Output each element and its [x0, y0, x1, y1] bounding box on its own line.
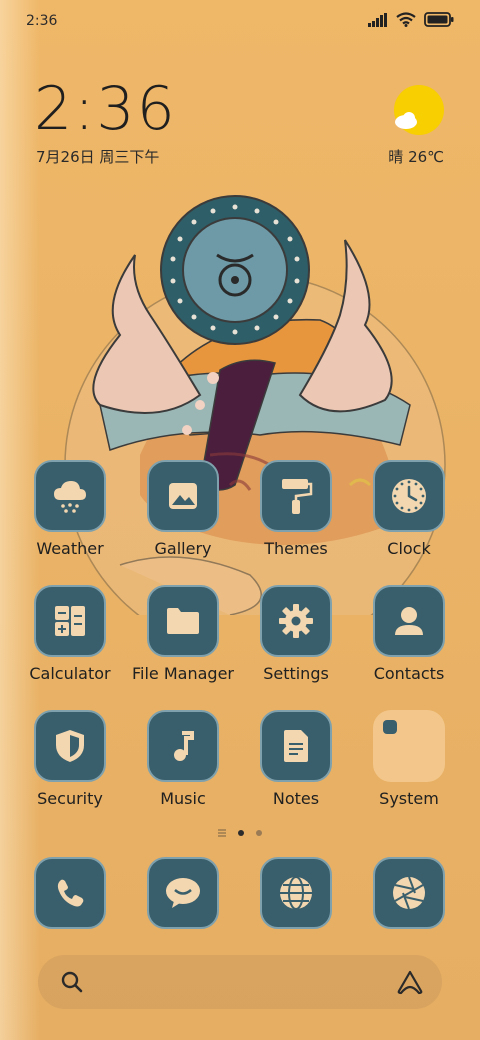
app-label: Contacts	[373, 664, 445, 683]
app-gallery[interactable]: Gallery	[128, 460, 238, 558]
app-security[interactable]: Security	[15, 710, 125, 808]
app-label: File Manager	[132, 664, 234, 683]
app-label: Music	[160, 789, 206, 808]
clock-icon[interactable]	[373, 460, 445, 532]
wifi-icon	[396, 12, 416, 27]
status-bar: 2:36	[0, 0, 480, 44]
gear-icon[interactable]	[260, 585, 332, 657]
search-icon[interactable]	[60, 970, 84, 994]
clock-widget-date[interactable]: 7月26日 周三下午	[36, 146, 159, 167]
weather-widget-text[interactable]: 晴 26℃	[388, 146, 444, 167]
page-dot	[256, 830, 262, 836]
music-note-icon[interactable]	[147, 710, 219, 782]
dock-messages[interactable]	[147, 857, 219, 929]
dock-phone[interactable]	[34, 857, 106, 929]
clock-widget-time[interactable]: 2:36	[34, 76, 177, 142]
status-time: 2:36	[26, 13, 58, 29]
app-contacts[interactable]: Contacts	[354, 585, 464, 683]
weather-cloud-icon[interactable]	[34, 460, 106, 532]
app-label: Themes	[264, 539, 328, 558]
note-icon[interactable]	[260, 710, 332, 782]
person-icon[interactable]	[373, 585, 445, 657]
mini-app-icon	[383, 720, 397, 734]
app-folder-system[interactable]: System	[354, 710, 464, 808]
shield-icon[interactable]	[34, 710, 106, 782]
app-label: Settings	[263, 664, 329, 683]
app-notes[interactable]: Notes	[241, 710, 351, 808]
app-themes[interactable]: Themes	[241, 460, 351, 558]
app-label: Gallery	[154, 539, 212, 558]
gallery-icon[interactable]	[147, 460, 219, 532]
app-label: Notes	[272, 789, 320, 808]
search-bar[interactable]	[38, 955, 442, 1009]
assistant-icon[interactable]	[396, 969, 424, 995]
app-label: Weather	[36, 539, 104, 558]
app-weather[interactable]: Weather	[15, 460, 125, 558]
signal-icon	[368, 12, 387, 27]
app-settings[interactable]: Settings	[241, 585, 351, 683]
camera-shutter-icon[interactable]	[373, 857, 445, 929]
folder-icon[interactable]	[147, 585, 219, 657]
battery-icon	[424, 12, 454, 27]
page-indicator[interactable]	[0, 829, 480, 837]
app-label: Clock	[387, 539, 431, 558]
dock-camera[interactable]	[373, 857, 445, 929]
app-label: Security	[37, 789, 103, 808]
app-label: Calculator	[29, 664, 111, 683]
status-icons	[368, 12, 454, 27]
app-file-manager[interactable]: File Manager	[128, 585, 238, 683]
paint-roller-icon[interactable]	[260, 460, 332, 532]
folder-group-icon[interactable]	[373, 710, 445, 782]
globe-icon[interactable]	[260, 857, 332, 929]
app-clock[interactable]: Clock	[354, 460, 464, 558]
calculator-icon[interactable]	[34, 585, 106, 657]
message-icon[interactable]	[147, 857, 219, 929]
sun-cloud-icon[interactable]	[392, 84, 446, 142]
page-dot-active	[238, 830, 244, 836]
page-list-icon	[218, 829, 226, 837]
phone-icon[interactable]	[34, 857, 106, 929]
dock-browser[interactable]	[260, 857, 332, 929]
app-music[interactable]: Music	[128, 710, 238, 808]
app-label: System	[379, 789, 439, 808]
app-calculator[interactable]: Calculator	[15, 585, 125, 683]
